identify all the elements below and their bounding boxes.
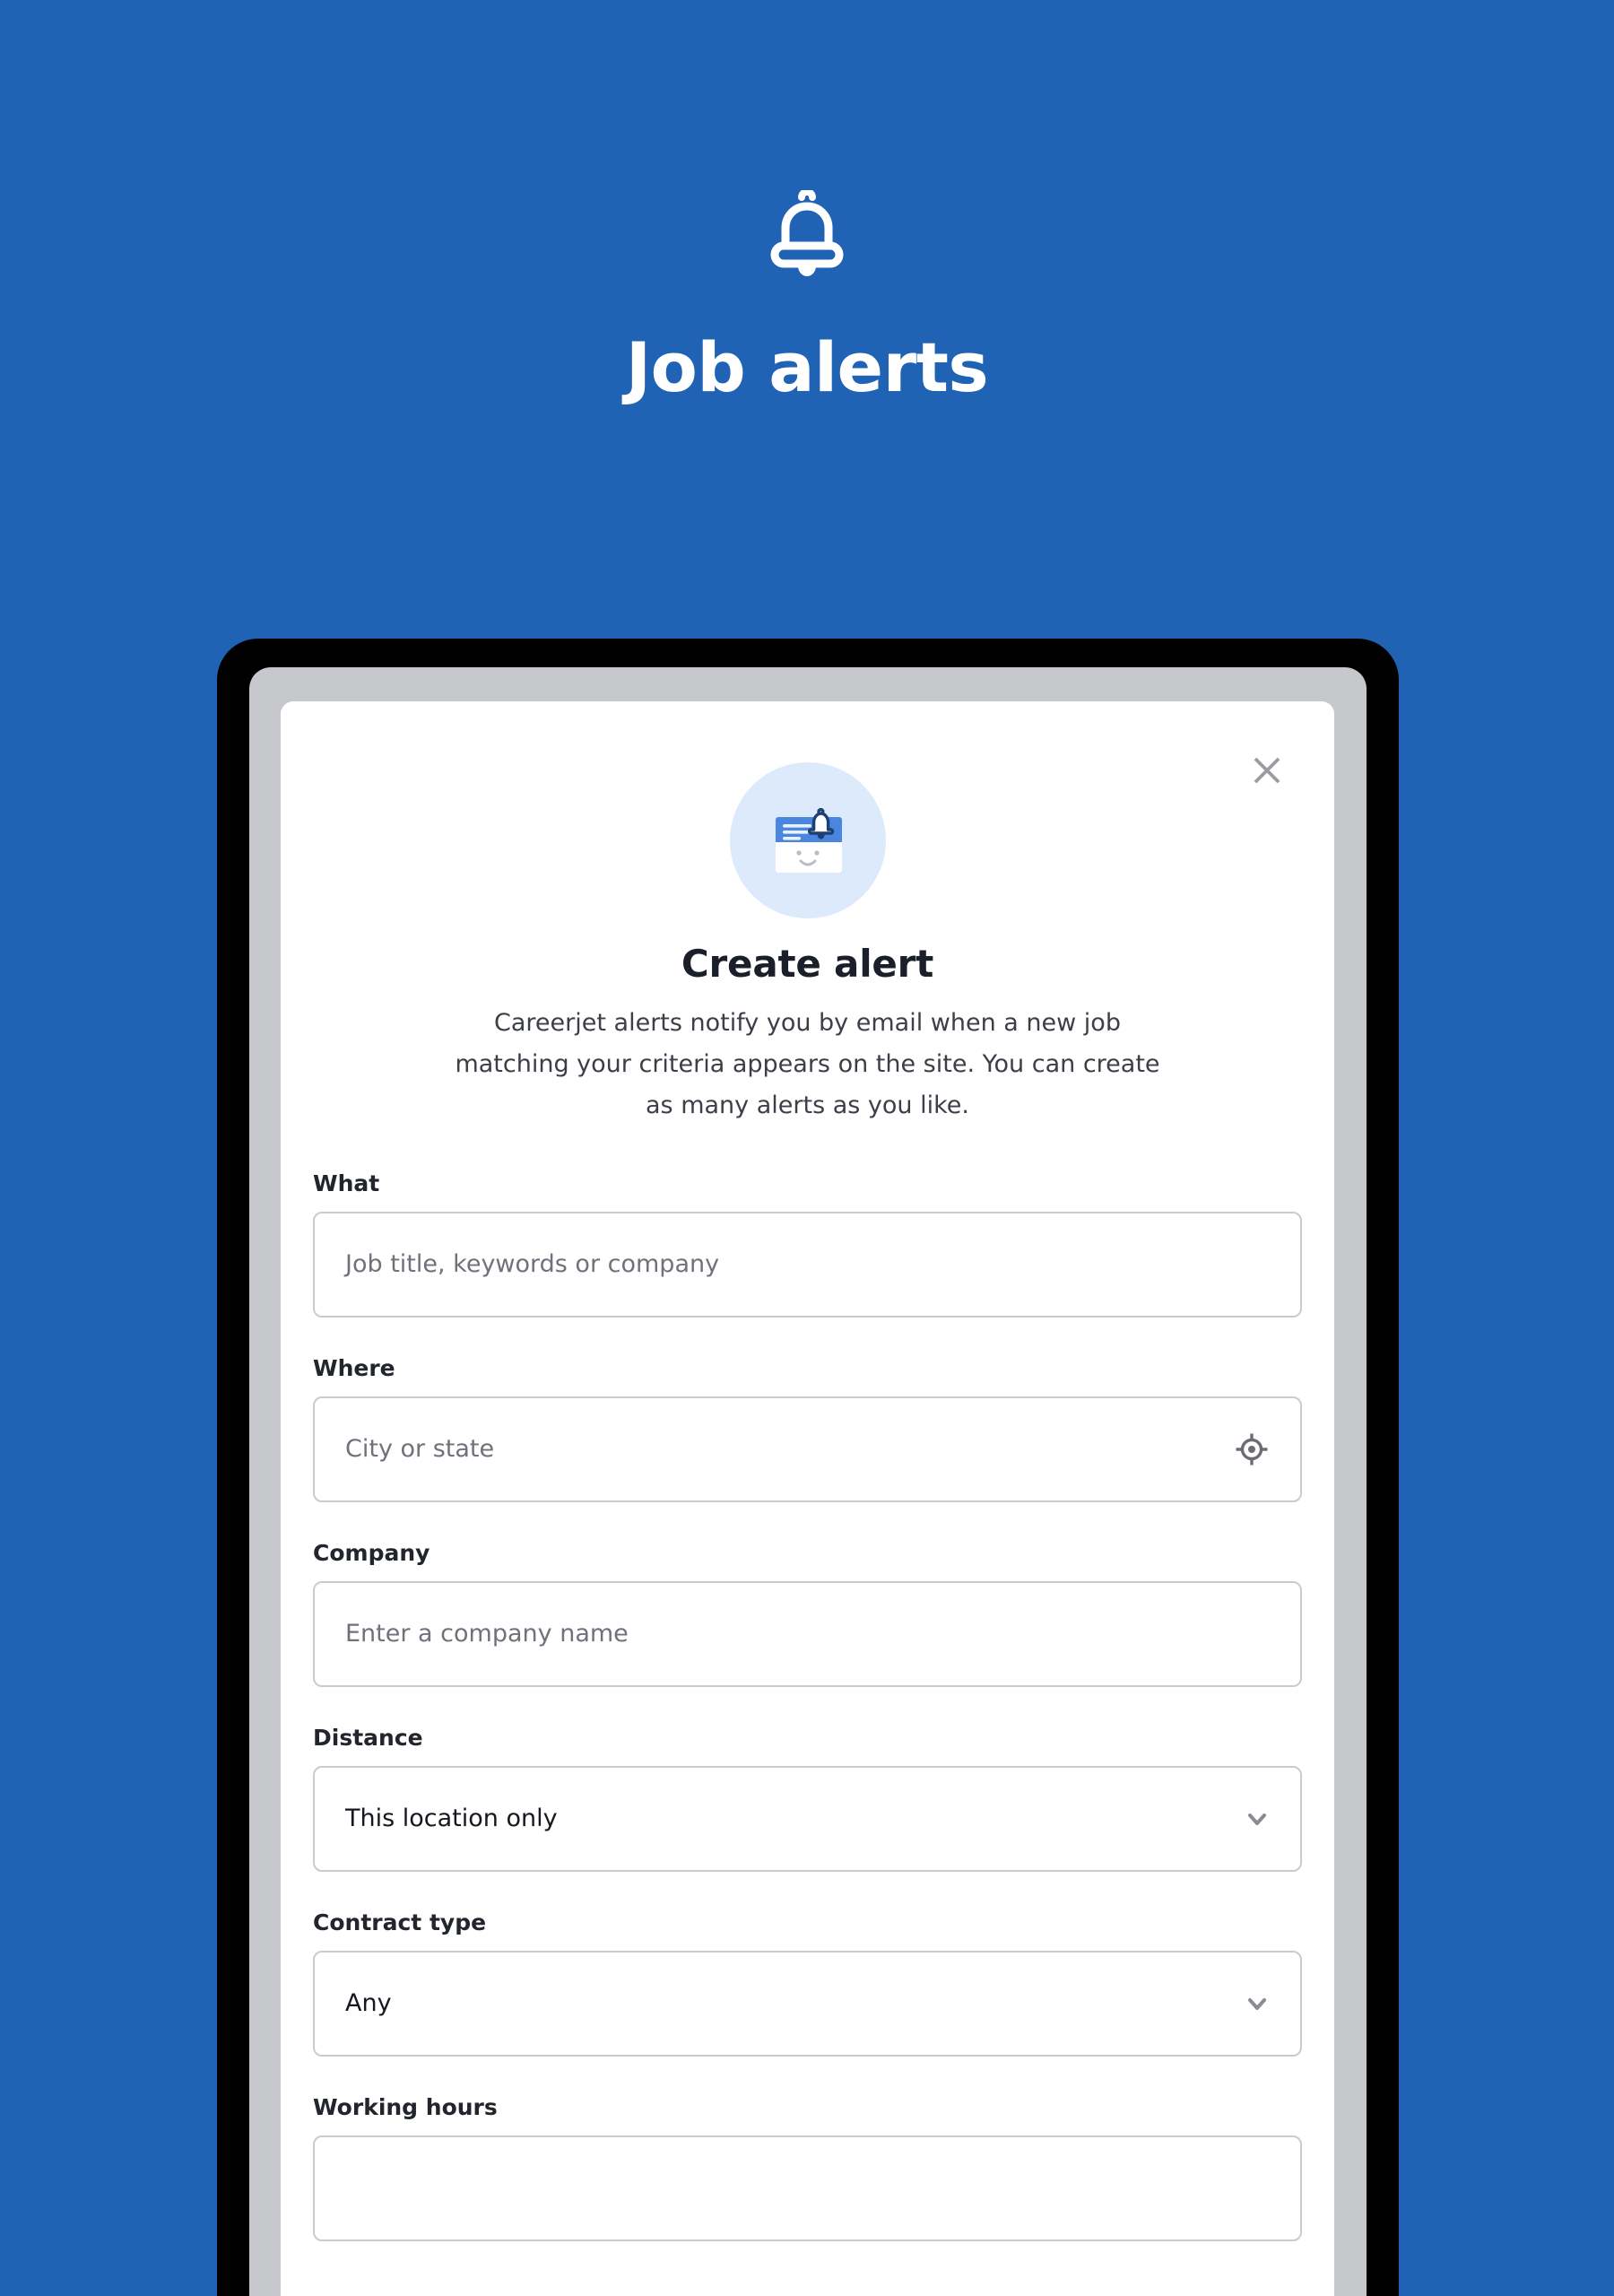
modal-illustration: [281, 762, 1334, 918]
modal-description: Careerjet alerts notify you by email whe…: [455, 1009, 1160, 1119]
hero-section: Job alerts: [0, 0, 1614, 639]
alert-card-bell-illustration: [729, 762, 886, 918]
company-input[interactable]: Enter a company name: [313, 1581, 1302, 1687]
field-distance: Distance This location only: [313, 1725, 1302, 1872]
field-company: Company Enter a company name: [313, 1540, 1302, 1687]
field-label-working-hours: Working hours: [313, 2094, 498, 2120]
what-input-placeholder: Job title, keywords or company: [345, 1249, 720, 1278]
field-label-company: Company: [313, 1540, 430, 1566]
geolocation-crosshair-icon[interactable]: [1234, 1431, 1270, 1467]
working-hours-select[interactable]: [313, 2135, 1302, 2241]
field-label-distance: Distance: [313, 1725, 423, 1751]
where-input-placeholder: City or state: [345, 1434, 495, 1463]
page-title: Job alerts: [625, 327, 989, 407]
chevron-down-icon[interactable]: [1245, 1991, 1270, 2016]
chevron-down-icon[interactable]: [1245, 1806, 1270, 1831]
field-label-contract-type: Contract type: [313, 1909, 487, 1935]
modal-title: Create alert: [681, 942, 934, 986]
where-input[interactable]: City or state: [313, 1396, 1302, 1502]
create-alert-modal: Create alert Careerjet alerts notify you…: [281, 701, 1334, 2296]
field-where: Where City or state: [313, 1355, 1302, 1502]
distance-select-value: This location only: [345, 1804, 558, 1832]
field-contract-type: Contract type Any: [313, 1909, 1302, 2057]
contract-type-select[interactable]: Any: [313, 1951, 1302, 2057]
field-label-what: What: [313, 1170, 380, 1196]
company-input-placeholder: Enter a company name: [345, 1619, 629, 1648]
bell-icon: [764, 187, 850, 283]
field-working-hours: Working hours: [313, 2094, 1302, 2241]
field-what: What Job title, keywords or company: [313, 1170, 1302, 1318]
field-label-where: Where: [313, 1355, 395, 1381]
contract-type-select-value: Any: [345, 1988, 392, 2017]
what-input[interactable]: Job title, keywords or company: [313, 1212, 1302, 1318]
distance-select[interactable]: This location only: [313, 1766, 1302, 1872]
create-alert-form: What Job title, keywords or company Wher…: [313, 1170, 1302, 2279]
